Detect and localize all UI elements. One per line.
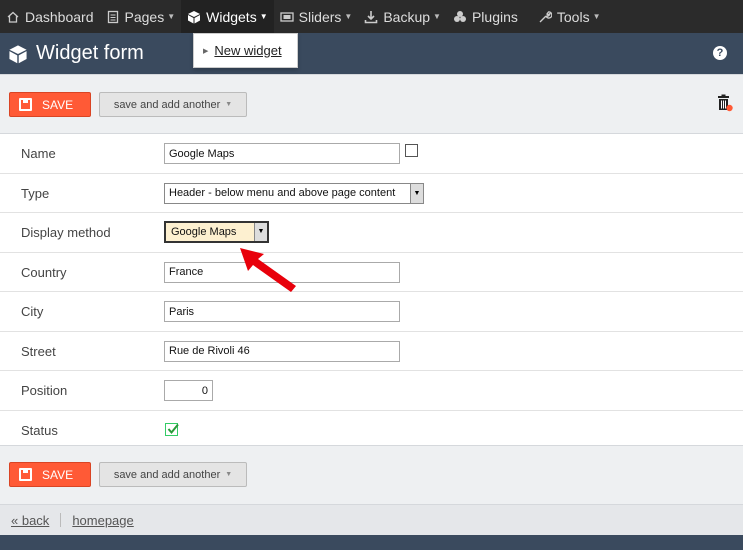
help-icon[interactable]: ? — [713, 46, 727, 60]
footer: « back homepage — [0, 505, 743, 535]
slides-icon — [279, 10, 294, 24]
save-button[interactable]: SAVE — [9, 92, 91, 117]
name-label: Name — [21, 146, 56, 161]
bottom-bar — [0, 535, 743, 550]
nav-item-widgets[interactable]: Widgets ▼ — [181, 0, 274, 33]
chevron-down-icon: ▼ — [344, 12, 353, 21]
chevron-down-icon: ▼ — [254, 223, 267, 241]
form-row-display-method: Display method Google Maps ▼ — [0, 213, 743, 253]
chevron-down-icon: ▼ — [225, 471, 233, 478]
action-bar-top: SAVE save and add another ▼ — [0, 74, 743, 134]
chevron-down-icon: ▼ — [410, 183, 423, 203]
new-widget-link[interactable]: New widget — [214, 43, 281, 58]
form-row-name: Name — [0, 134, 743, 174]
chevron-down-icon: ▼ — [259, 12, 268, 21]
nav-item-label: Plugins — [471, 8, 518, 25]
nav-item-label: Pages — [124, 8, 165, 25]
chevron-down-icon: ▼ — [225, 101, 233, 108]
nav-item-backup[interactable]: Backup ▼ — [358, 0, 447, 33]
nav-item-label: Widgets — [206, 8, 257, 25]
cube-icon — [187, 10, 201, 24]
chevron-down-icon: ▼ — [433, 12, 441, 21]
cube-icon — [9, 44, 27, 63]
form-row-city: City — [0, 292, 743, 332]
save-and-add-another-label: save and add another — [113, 98, 221, 111]
status-checkbox[interactable] — [165, 422, 179, 436]
save-icon — [19, 468, 32, 481]
nav-item-tools[interactable]: Tools ▼ — [532, 0, 607, 33]
widgets-dropdown-menu: ▶ New widget — [193, 33, 298, 68]
city-label: City — [21, 304, 44, 319]
home-icon — [6, 10, 20, 24]
widget-form: Name Type Header - below menu and above … — [0, 134, 743, 450]
save-button[interactable]: SAVE — [9, 462, 91, 487]
nav-item-sliders[interactable]: Sliders ▼ — [274, 0, 359, 33]
annotation-arrow — [240, 248, 296, 292]
status-label: Status — [21, 422, 58, 438]
document-icon — [106, 10, 120, 24]
position-label: Position — [21, 383, 68, 398]
puzzle-icon — [453, 10, 467, 24]
nav-item-dashboard[interactable]: Dashboard — [0, 0, 100, 33]
page-title: Widget form — [36, 42, 144, 64]
name-input[interactable] — [164, 143, 400, 164]
save-and-add-another-button[interactable]: save and add another ▼ — [99, 462, 247, 487]
street-input[interactable] — [164, 340, 400, 362]
type-label: Type — [21, 185, 50, 201]
nav-item-label: Tools — [556, 8, 590, 25]
chevron-right-icon: ▶ — [203, 48, 209, 55]
action-bar-bottom: SAVE save and add another ▼ — [0, 445, 743, 505]
chevron-down-icon: ▼ — [167, 12, 176, 21]
save-button-label: SAVE — [42, 467, 74, 482]
name-checkbox[interactable] — [405, 144, 418, 157]
position-input[interactable] — [164, 380, 213, 401]
trash-icon[interactable] — [717, 94, 733, 112]
nav-item-label: Dashboard — [25, 8, 94, 25]
page-header: Widget form ? — [0, 33, 743, 74]
nav-item-plugins[interactable]: Plugins — [447, 0, 524, 33]
street-label: Street — [21, 343, 56, 359]
type-select[interactable]: Header - below menu and above page conte… — [164, 182, 424, 204]
form-row-type: Type Header - below menu and above page … — [0, 174, 743, 213]
homepage-link[interactable]: homepage — [72, 513, 133, 528]
divider — [60, 513, 62, 527]
wrench-icon — [538, 10, 553, 24]
form-row-street: Street — [0, 332, 743, 371]
country-label: Country — [21, 264, 67, 280]
download-icon — [364, 10, 378, 24]
save-button-label: SAVE — [42, 97, 74, 112]
display-method-label: Display method — [21, 225, 111, 240]
display-method-select-value: Google Maps — [171, 226, 237, 238]
display-method-select[interactable]: Google Maps ▼ — [164, 221, 269, 243]
type-select-value: Header - below menu and above page conte… — [169, 186, 396, 199]
top-navigation: Dashboard Pages ▼ Widgets ▼ Sliders ▼ Ba… — [0, 0, 743, 33]
form-row-country: Country — [0, 253, 743, 292]
nav-item-pages[interactable]: Pages ▼ — [100, 0, 182, 33]
city-input[interactable] — [164, 301, 400, 322]
save-and-add-another-label: save and add another — [113, 468, 221, 481]
chevron-down-icon: ▼ — [592, 12, 601, 21]
back-link[interactable]: « back — [11, 513, 49, 528]
check-icon — [167, 423, 179, 434]
save-icon — [19, 98, 32, 111]
save-and-add-another-button[interactable]: save and add another ▼ — [99, 92, 247, 117]
nav-item-label: Sliders — [298, 8, 342, 25]
form-row-position: Position — [0, 371, 743, 411]
nav-item-label: Backup — [383, 8, 431, 25]
